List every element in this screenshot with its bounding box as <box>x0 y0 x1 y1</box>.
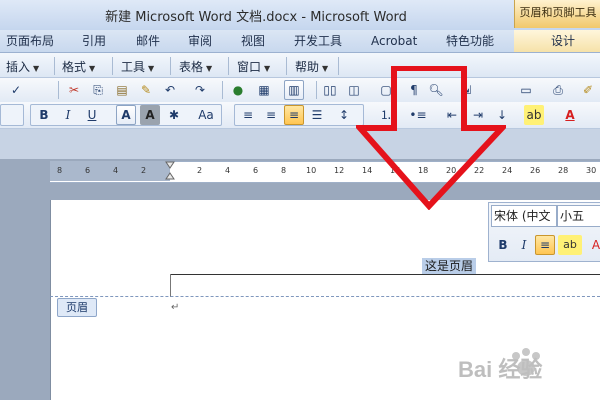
ruler-tick: 6 <box>253 166 259 175</box>
redo-icon[interactable]: ↷ <box>190 80 210 100</box>
ruler-margin <box>50 161 170 181</box>
align-right-icon[interactable]: ≡ <box>284 105 304 125</box>
bold-button[interactable]: B <box>34 105 54 125</box>
chevron-down-icon: ▼ <box>33 64 40 73</box>
menu-separator <box>170 57 171 75</box>
header-bottom-border <box>170 274 600 275</box>
character-scaling-icon[interactable]: ✱ <box>164 105 184 125</box>
line-spacing-icon[interactable]: ↕ <box>334 105 354 125</box>
menu-separator <box>338 57 339 75</box>
ruler-tick: 8 <box>57 166 63 175</box>
menu-window[interactable]: 窗口 ▼ <box>237 58 270 75</box>
font-size-combo[interactable]: 小五 <box>557 205 600 227</box>
toolbar-separator <box>222 81 223 99</box>
watermark-text: Bai 经验 <box>458 357 543 382</box>
ruler-tick: 2 <box>197 166 203 175</box>
ruler-tick: 8 <box>281 166 287 175</box>
underline-button[interactable]: U <box>82 105 102 125</box>
menu-tools[interactable]: 工具 ▼ <box>121 58 154 75</box>
undo-icon[interactable]: ↶ <box>160 80 180 100</box>
toolbar-separator <box>58 81 59 99</box>
menu-separator <box>286 57 287 75</box>
header-text[interactable]: 这是页眉 <box>422 258 477 274</box>
menu-tools-label: 工具 <box>121 60 146 74</box>
header-boundary <box>50 296 600 297</box>
indent-marker-icon[interactable] <box>165 161 175 181</box>
change-case-button[interactable]: Aa <box>194 105 218 125</box>
copy-icon[interactable]: ⎘ <box>88 80 108 100</box>
menu-separator <box>54 57 55 75</box>
tab-design[interactable]: 设计 <box>551 32 575 50</box>
print-icon[interactable]: ⎙ <box>548 80 568 100</box>
tab-special-features[interactable]: 特色功能 <box>446 32 494 50</box>
mini-font-color-icon[interactable]: A <box>586 235 600 255</box>
tab-page-layout[interactable]: 页面布局 <box>6 32 54 50</box>
italic-button[interactable]: I <box>58 105 78 125</box>
header-footer-tools-title: 页眉和页脚工具 <box>514 0 600 28</box>
tables-borders-icon[interactable]: ▦ <box>254 80 274 100</box>
menu-help[interactable]: 帮助 ▼ <box>295 58 328 75</box>
envelope-icon[interactable]: ▭ <box>516 80 536 100</box>
mini-italic-button[interactable]: I <box>514 235 534 255</box>
menu-help-label: 帮助 <box>295 60 320 74</box>
chevron-down-icon: ▼ <box>206 64 213 73</box>
menu-format[interactable]: 格式 ▼ <box>62 58 95 75</box>
toolbar-separator <box>316 81 317 99</box>
ruler-tick: 6 <box>85 166 91 175</box>
mini-highlight-button[interactable]: ab <box>558 235 582 255</box>
character-border-button[interactable]: A <box>116 105 136 125</box>
header-tag: 页眉 <box>57 298 97 317</box>
title-bar: 新建 Microsoft Word 文档.docx - Microsoft Wo… <box>0 0 600 30</box>
chevron-down-icon: ▼ <box>89 64 96 73</box>
font-size-box[interactable] <box>0 104 24 126</box>
spelling-icon[interactable]: ✓ <box>6 80 26 100</box>
ruler-tick: 30 <box>586 166 597 175</box>
character-shading-button[interactable]: A <box>140 105 160 125</box>
format-painter-icon[interactable]: ✎ <box>136 80 156 100</box>
ruler-tick: 2 <box>141 166 147 175</box>
tab-mailings[interactable]: 邮件 <box>136 32 160 50</box>
header-margin-line <box>170 274 171 297</box>
menu-window-label: 窗口 <box>237 60 262 74</box>
justify-icon[interactable]: ☰ <box>307 105 327 125</box>
highlight-pen-icon[interactable]: ✐ <box>578 80 598 100</box>
font-color-icon[interactable]: A <box>560 105 580 125</box>
menu-table-label: 表格 <box>179 60 204 74</box>
hyperlink-icon[interactable]: ● <box>228 80 248 100</box>
paste-icon[interactable]: ▤ <box>112 80 132 100</box>
ruler-tick: 28 <box>558 166 569 175</box>
highlight-icon[interactable]: ab <box>524 105 544 125</box>
ruler-tick: 12 <box>334 166 345 175</box>
menu-separator <box>112 57 113 75</box>
tab-review[interactable]: 审阅 <box>188 32 212 50</box>
cut-icon[interactable]: ✂ <box>64 80 84 100</box>
align-left-icon[interactable]: ≡ <box>238 105 258 125</box>
tab-developer[interactable]: 开发工具 <box>294 32 342 50</box>
mini-bold-button[interactable]: B <box>493 235 513 255</box>
menu-separator <box>228 57 229 75</box>
toolbar-area-background <box>0 129 600 159</box>
tab-acrobat[interactable]: Acrobat <box>371 32 417 50</box>
chevron-down-icon: ▼ <box>148 64 155 73</box>
window-title: 新建 Microsoft Word 文档.docx - Microsoft Wo… <box>105 10 407 25</box>
center-icon[interactable]: ≡ <box>261 105 281 125</box>
ruler-tick: 10 <box>306 166 317 175</box>
tab-references[interactable]: 引用 <box>82 32 106 50</box>
mini-center-icon[interactable]: ≡ <box>535 235 555 255</box>
ruler-tick: 4 <box>225 166 231 175</box>
ruler-tick: 4 <box>113 166 119 175</box>
insert-table-icon[interactable]: ▥ <box>284 80 304 100</box>
ruler-tick: 26 <box>530 166 541 175</box>
paragraph-mark-icon: ↵ <box>171 302 180 313</box>
menu-insert[interactable]: 插入 ▼ <box>6 58 39 75</box>
columns-icon[interactable]: ▯▯ <box>320 80 340 100</box>
annotation-arrow-icon <box>356 66 506 210</box>
chevron-down-icon: ▼ <box>322 64 329 73</box>
chevron-down-icon: ▼ <box>264 64 271 73</box>
menu-insert-label: 插入 <box>6 60 31 74</box>
tab-view[interactable]: 视图 <box>241 32 265 50</box>
menu-table[interactable]: 表格 ▼ <box>179 58 212 75</box>
menu-format-label: 格式 <box>62 60 87 74</box>
baidu-watermark: Bai 经验 <box>452 340 592 388</box>
